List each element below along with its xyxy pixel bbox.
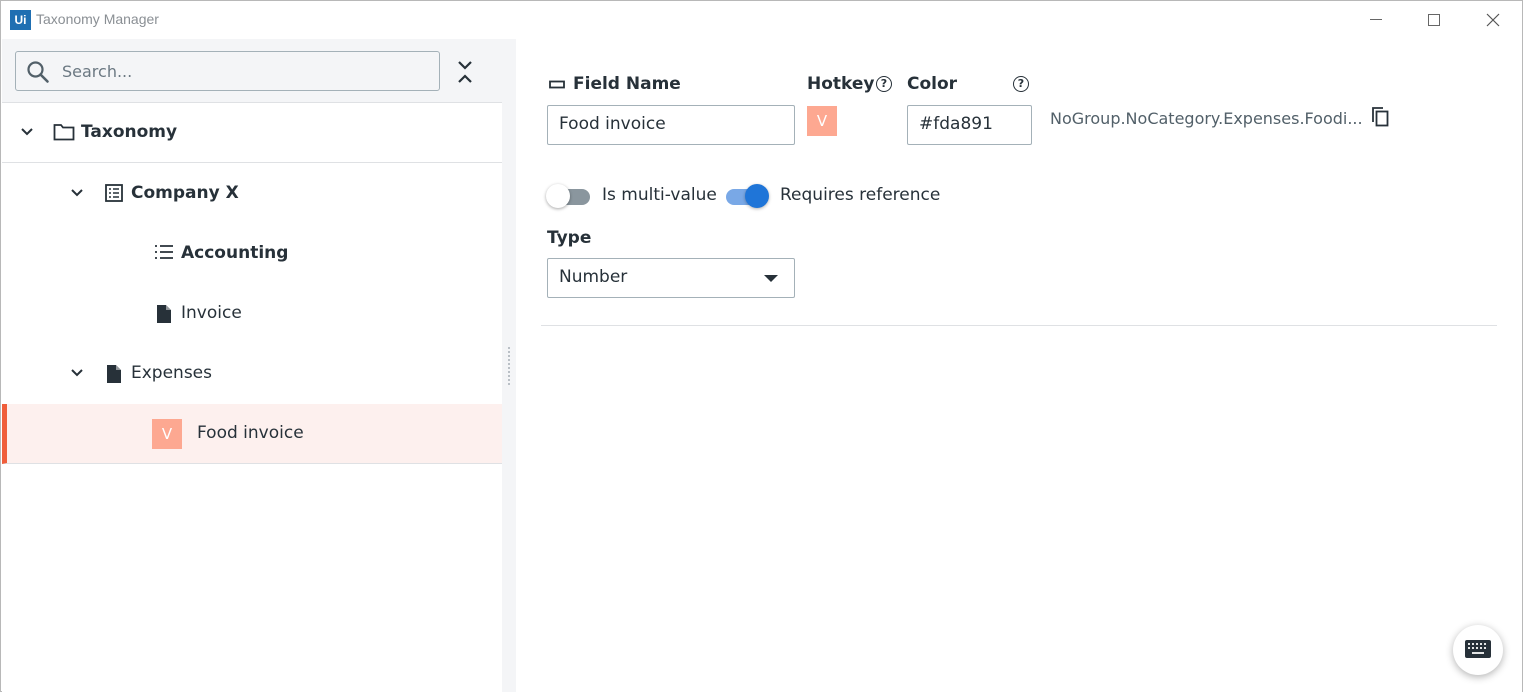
hotkey-label: Hotkey bbox=[807, 74, 875, 94]
multi-value-label: Is multi-value bbox=[602, 185, 717, 205]
search-box[interactable] bbox=[15, 51, 440, 91]
type-select[interactable]: Number bbox=[547, 258, 795, 298]
tree-item-label: Taxonomy bbox=[81, 122, 178, 142]
color-input[interactable]: #fda891 bbox=[907, 105, 1032, 145]
close-button[interactable] bbox=[1473, 5, 1513, 35]
hotkey-help-icon[interactable]: ? bbox=[876, 76, 892, 92]
collapse-all-icon bbox=[458, 61, 472, 83]
document-icon bbox=[107, 365, 121, 383]
list-icon bbox=[155, 245, 173, 259]
color-label: Color bbox=[907, 74, 958, 94]
toggle-thumb bbox=[546, 184, 570, 208]
tree-item-label: Food invoice bbox=[197, 423, 304, 443]
type-select-value: Number bbox=[559, 267, 628, 287]
document-icon bbox=[157, 305, 171, 323]
field-name-input[interactable]: Food invoice bbox=[547, 105, 795, 145]
group-icon bbox=[105, 184, 123, 202]
field-details-panel: Field Name Food invoice Hotkey ? V Color… bbox=[516, 39, 1522, 692]
tree-item-invoice[interactable]: Invoice bbox=[2, 284, 502, 344]
search-bar bbox=[2, 39, 502, 103]
tree-item-label: Invoice bbox=[181, 303, 242, 323]
search-input[interactable] bbox=[62, 60, 422, 82]
hotkey-badge: V bbox=[152, 419, 182, 449]
color-help-icon[interactable]: ? bbox=[1013, 76, 1029, 92]
toggle-thumb bbox=[745, 184, 769, 208]
chevron-down-icon[interactable] bbox=[70, 186, 84, 200]
hotkey-value[interactable]: V bbox=[807, 106, 837, 136]
keyboard-icon bbox=[1465, 640, 1491, 658]
title-bar: Ui Taxonomy Manager bbox=[1, 1, 1522, 39]
tree-item-label: Company X bbox=[131, 183, 239, 203]
window-title: Taxonomy Manager bbox=[36, 11, 159, 27]
multi-value-toggle[interactable] bbox=[546, 184, 592, 208]
keyboard-shortcuts-button[interactable] bbox=[1453, 625, 1503, 675]
tree-item-label: Accounting bbox=[181, 243, 289, 263]
section-divider bbox=[541, 325, 1497, 326]
tree-item-label: Expenses bbox=[131, 363, 212, 383]
caret-down-icon bbox=[764, 275, 778, 282]
collapse-all-button[interactable] bbox=[454, 59, 476, 85]
tree-item-company-x[interactable]: Company X bbox=[2, 164, 502, 224]
chevron-down-icon[interactable] bbox=[20, 125, 34, 139]
tree-item-taxonomy[interactable]: Taxonomy bbox=[2, 103, 502, 163]
copy-icon[interactable] bbox=[1370, 106, 1390, 128]
tree-item-accounting[interactable]: Accounting bbox=[2, 224, 502, 284]
folder-icon bbox=[53, 124, 75, 141]
field-name-label: Field Name bbox=[573, 74, 681, 94]
taxonomy-tree-panel: Taxonomy Company X Accounting bbox=[2, 39, 502, 692]
requires-reference-toggle[interactable] bbox=[724, 184, 769, 208]
close-icon bbox=[1486, 13, 1500, 27]
app-logo: Ui bbox=[10, 10, 31, 30]
type-label: Type bbox=[547, 228, 592, 248]
tree-item-food-invoice[interactable]: V Food invoice bbox=[2, 404, 502, 464]
search-icon bbox=[27, 61, 49, 83]
chevron-down-icon[interactable] bbox=[70, 366, 84, 380]
tree-item-expenses[interactable]: Expenses bbox=[2, 344, 502, 404]
splitter-grip-icon[interactable] bbox=[507, 346, 511, 386]
field-icon bbox=[549, 80, 565, 89]
panel-splitter[interactable] bbox=[502, 39, 516, 692]
requires-reference-label: Requires reference bbox=[780, 185, 941, 205]
minimize-button[interactable] bbox=[1357, 5, 1397, 35]
maximize-button[interactable] bbox=[1414, 5, 1454, 35]
field-full-path: NoGroup.NoCategory.Expenses.Foodi... bbox=[1050, 109, 1363, 128]
taxonomy-manager-window: Ui Taxonomy Manager Search... Taxonomy C… bbox=[0, 0, 1523, 692]
